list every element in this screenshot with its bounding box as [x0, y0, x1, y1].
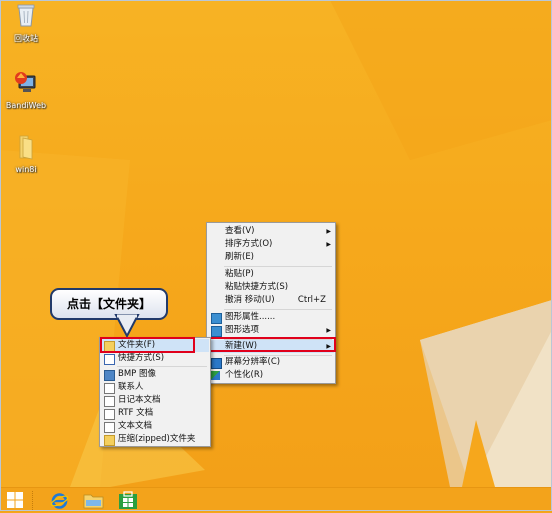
internet-explorer-button[interactable] [50, 491, 70, 510]
new-submenu: 文件夹(F) 快捷方式(S) BMP 图像 联系人 日记本文档 RTF 文档 文… [99, 337, 211, 447]
graphics-properties-icon [211, 313, 222, 324]
desktop[interactable]: 回收站 BandiWeb win8i 点击【文件夹】 查看(V) ▶ 排序方式(… [0, 0, 552, 487]
submenu-arrow-icon: ▶ [326, 228, 331, 235]
screen-resolution-icon [211, 358, 222, 369]
menu-item-personalize[interactable]: 个性化(R) [208, 369, 334, 382]
bandiweb-app-icon [15, 72, 36, 92]
highlight-folder-item [100, 337, 195, 353]
taskbar [0, 487, 552, 512]
menu-separator [117, 366, 207, 367]
zip-folder-icon [104, 435, 115, 446]
submenu-arrow-icon: ▶ [326, 241, 331, 248]
start-button[interactable] [6, 491, 26, 510]
windows-store-button[interactable] [118, 491, 140, 510]
menu-item-paste-shortcut[interactable]: 粘贴快捷方式(S) [208, 281, 334, 294]
store-icon [119, 491, 137, 509]
desktop-icon-label: 回收站 [14, 34, 38, 43]
callout-text: 点击【文件夹】 [66, 297, 151, 311]
desktop-icon-label: BandiWeb [5, 101, 47, 110]
desktop-icon-folder[interactable]: win8i [0, 134, 52, 174]
submenu-item-bmp-image[interactable]: BMP 图像 [101, 368, 209, 381]
internet-explorer-icon [50, 493, 69, 509]
menu-item-screen-resolution[interactable]: 屏幕分辨率(C) [208, 356, 334, 369]
bmp-image-icon [104, 370, 115, 381]
rtf-document-icon [104, 409, 115, 420]
desktop-icon-recycle-bin[interactable]: 回收站 [0, 2, 52, 44]
menu-item-undo-move[interactable]: 撤消 移动(U) Ctrl+Z [208, 294, 334, 307]
shortcut-icon [104, 354, 115, 365]
desktop-context-menu: 查看(V) ▶ 排序方式(O) ▶ 刷新(E) 粘贴(P) 粘贴快捷方式(S) … [206, 222, 336, 384]
windows-logo-icon [7, 492, 23, 508]
callout-pointer [114, 314, 140, 338]
menu-item-sort-by[interactable]: 排序方式(O) ▶ [208, 238, 334, 251]
desktop-icon-bandiweb[interactable]: BandiWeb [0, 70, 52, 110]
folder-icon [19, 135, 33, 160]
journal-document-icon [104, 396, 115, 407]
menu-separator [224, 309, 332, 310]
submenu-item-text-document[interactable]: 文本文档 [101, 420, 209, 433]
taskbar-grip [32, 491, 37, 510]
text-document-icon [104, 422, 115, 433]
file-explorer-icon [83, 494, 104, 509]
submenu-item-contact[interactable]: 联系人 [101, 381, 209, 394]
highlight-new-item [206, 337, 336, 352]
submenu-arrow-icon: ▶ [326, 327, 331, 334]
file-explorer-button[interactable] [83, 491, 105, 510]
menu-item-graphics-properties[interactable]: 图形属性...... [208, 311, 334, 324]
menu-shortcut: Ctrl+Z [297, 295, 326, 305]
personalize-icon [211, 371, 220, 380]
menu-item-graphics-options[interactable]: 图形选项 ▶ [208, 324, 334, 337]
menu-item-view[interactable]: 查看(V) ▶ [208, 225, 334, 238]
desktop-icon-label: win8i [15, 165, 37, 174]
menu-separator [224, 266, 332, 267]
recycle-bin-icon [17, 4, 35, 27]
submenu-item-zip-folder[interactable]: 压缩(zipped)文件夹 [101, 433, 209, 446]
submenu-item-journal-document[interactable]: 日记本文档 [101, 394, 209, 407]
submenu-item-shortcut[interactable]: 快捷方式(S) [101, 352, 209, 365]
submenu-item-rtf-document[interactable]: RTF 文档 [101, 407, 209, 420]
graphics-options-icon [211, 326, 222, 337]
menu-item-refresh[interactable]: 刷新(E) [208, 251, 334, 264]
menu-item-paste[interactable]: 粘贴(P) [208, 268, 334, 281]
contact-icon [104, 383, 115, 394]
